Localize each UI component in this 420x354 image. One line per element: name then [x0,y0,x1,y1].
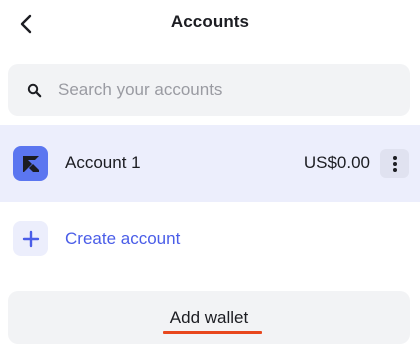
account-logo-icon [13,146,48,181]
account-menu-button[interactable] [380,149,409,178]
add-wallet-underline [163,331,262,334]
more-vertical-icon [392,155,397,172]
search-icon [26,82,42,98]
add-wallet-label: Add wallet [169,308,249,327]
page-title: Accounts [170,12,250,31]
add-wallet-button[interactable]: Add wallet [8,291,410,344]
account-balance: US$0.00 [303,153,370,172]
header: Accounts [0,0,420,48]
search-bar[interactable] [8,64,410,116]
account-name: Account 1 [65,153,141,172]
account-row[interactable]: Account 1 US$0.00 [0,125,420,202]
create-account-label: Create account [65,229,181,248]
search-input[interactable] [56,79,410,101]
plus-icon [13,221,48,256]
create-account-button[interactable]: Create account [0,212,420,264]
